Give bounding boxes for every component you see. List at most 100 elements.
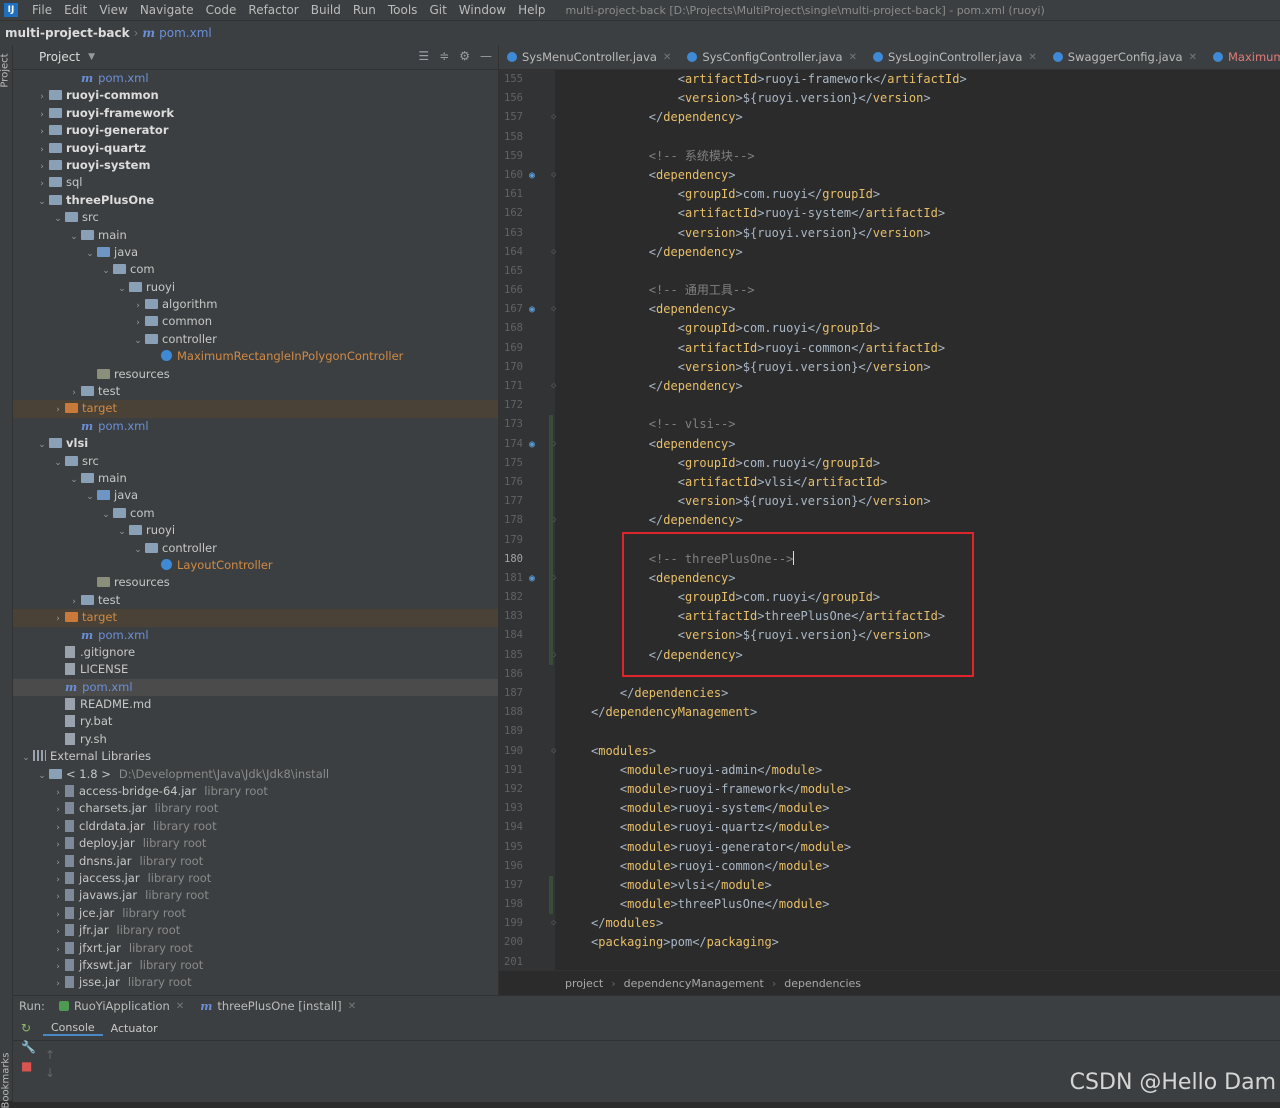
menu-item-window[interactable]: Window bbox=[453, 3, 512, 17]
nav-project-name[interactable]: multi-project-back bbox=[0, 26, 130, 40]
fold-marker-icon[interactable]: ◇ bbox=[551, 914, 556, 933]
editor-tab[interactable]: MaximumRectangleInPo bbox=[1205, 50, 1280, 64]
tree-item[interactable]: ⌄ com bbox=[13, 261, 498, 278]
sub-tab-actuator[interactable]: Actuator bbox=[103, 1022, 166, 1035]
menu-item-run[interactable]: Run bbox=[347, 3, 382, 17]
menu-item-navigate[interactable]: Navigate bbox=[134, 3, 200, 17]
code-line[interactable]: 190 ◇ <modules> bbox=[499, 742, 1280, 761]
tree-item[interactable]: ry.sh bbox=[13, 731, 498, 748]
code-line[interactable]: 177 <version>${ruoyi.version}</version> bbox=[499, 492, 1280, 512]
tree-item[interactable]: › deploy.jar library root bbox=[13, 835, 498, 852]
fold-marker-icon[interactable]: ◇ bbox=[551, 300, 556, 319]
close-icon[interactable]: ✕ bbox=[1028, 52, 1036, 63]
run-tab[interactable]: RuoYiApplication ✕ bbox=[51, 999, 192, 1013]
code-line[interactable]: 169 <artifactId>ruoyi-common</artifactId… bbox=[499, 339, 1280, 358]
code-line[interactable]: 175 <groupId>com.ruoyi</groupId> bbox=[499, 453, 1280, 473]
project-tool-window-button[interactable]: Project bbox=[0, 53, 11, 87]
tree-item[interactable]: › target bbox=[13, 400, 498, 418]
tree-item[interactable]: ⌄ src bbox=[13, 209, 498, 226]
menu-item-build[interactable]: Build bbox=[305, 3, 347, 17]
menu-item-tools[interactable]: Tools bbox=[382, 3, 424, 17]
tree-item[interactable]: ⌄ controller bbox=[13, 540, 498, 557]
code-line[interactable]: 200 <packaging>pom</packaging> bbox=[499, 933, 1280, 952]
tree-item[interactable]: › jfr.jar library root bbox=[13, 922, 498, 939]
code-line[interactable]: 174 ◉ ◇ <dependency> bbox=[499, 434, 1280, 454]
fold-marker-icon[interactable]: ◇ bbox=[551, 243, 556, 262]
tree-item[interactable]: ⌄ java bbox=[13, 487, 498, 504]
close-icon[interactable]: ✕ bbox=[1189, 52, 1197, 63]
code-line[interactable]: 187 </dependencies> bbox=[499, 684, 1280, 703]
chevron-right-icon[interactable]: › bbox=[51, 976, 65, 993]
code-line[interactable]: 173 <!-- vlsi--> bbox=[499, 415, 1280, 435]
tree-item[interactable]: › test bbox=[13, 592, 498, 609]
code-line[interactable]: 199 ◇ </modules> bbox=[499, 914, 1280, 933]
code-line[interactable]: 201 bbox=[499, 953, 1280, 972]
tree-item[interactable]: ⌄ threePlusOne bbox=[13, 192, 498, 209]
code-line[interactable]: 159 <!-- 系统模块--> bbox=[499, 147, 1280, 166]
code-line[interactable]: 156 <version>${ruoyi.version}</version> bbox=[499, 89, 1280, 108]
code-area[interactable]: 155 <artifactId>ruoyi-framework</artifac… bbox=[499, 70, 1280, 972]
tree-item[interactable]: › test bbox=[13, 383, 498, 400]
code-line[interactable]: 160 ◉ ◇ <dependency> bbox=[499, 166, 1280, 185]
tree-item[interactable]: › ruoyi-framework bbox=[13, 105, 498, 122]
tree-item[interactable]: › common bbox=[13, 313, 498, 330]
menu-item-refactor[interactable]: Refactor bbox=[242, 3, 304, 17]
menu-item-edit[interactable]: Edit bbox=[58, 3, 93, 17]
tree-item[interactable]: › dnsns.jar library root bbox=[13, 853, 498, 870]
overridden-method-icon[interactable]: ◉ bbox=[529, 300, 535, 319]
breadcrumb-item[interactable]: project bbox=[565, 977, 603, 990]
tree-item[interactable]: resources bbox=[13, 366, 498, 383]
code-line[interactable]: 194 <module>ruoyi-quartz</module> bbox=[499, 818, 1280, 837]
code-line[interactable]: 157 ◇ </dependency> bbox=[499, 108, 1280, 127]
tree-item[interactable]: ⌄ ruoyi bbox=[13, 279, 498, 296]
code-line[interactable]: 163 <version>${ruoyi.version}</version> bbox=[499, 224, 1280, 243]
tree-item[interactable]: › ruoyi-quartz bbox=[13, 140, 498, 157]
collapse-all-icon[interactable]: ≑ bbox=[439, 49, 449, 63]
tree-item[interactable]: › cldrdata.jar library root bbox=[13, 818, 498, 835]
tree-item[interactable]: LayoutController bbox=[13, 557, 498, 574]
tree-item[interactable]: ⌄ vlsi bbox=[13, 435, 498, 452]
tree-item[interactable]: › ruoyi-generator bbox=[13, 122, 498, 139]
tree-item[interactable]: › sql bbox=[13, 174, 498, 191]
code-line[interactable]: 170 <version>${ruoyi.version}</version> bbox=[499, 358, 1280, 377]
tree-item[interactable]: › jsse.jar library root bbox=[13, 974, 498, 991]
sub-tab-console[interactable]: Console bbox=[43, 1021, 103, 1036]
code-line[interactable]: 162 <artifactId>ruoyi-system</artifactId… bbox=[499, 204, 1280, 223]
tree-item[interactable]: resources bbox=[13, 574, 498, 591]
tree-item[interactable]: ⌄ main bbox=[13, 227, 498, 244]
tree-item[interactable]: m pom.xml bbox=[13, 678, 498, 697]
fold-marker-icon[interactable]: ◇ bbox=[551, 108, 556, 127]
chevron-down-icon[interactable]: ▼ bbox=[88, 52, 95, 62]
menu-item-file[interactable]: File bbox=[26, 3, 58, 17]
code-line[interactable]: 172 bbox=[499, 396, 1280, 415]
close-icon[interactable]: ✕ bbox=[176, 1001, 184, 1012]
tree-item[interactable]: › jfxswt.jar library root bbox=[13, 957, 498, 974]
tree-item[interactable]: › access-bridge-64.jar library root bbox=[13, 783, 498, 800]
fold-marker-icon[interactable]: ◇ bbox=[551, 166, 556, 185]
tree-item[interactable]: ⌄ < 1.8 > D:\Development\Java\Jdk\Jdk8\ins… bbox=[13, 766, 498, 783]
overridden-method-icon[interactable]: ◉ bbox=[529, 166, 535, 185]
code-line[interactable]: 191 <module>ruoyi-admin</module> bbox=[499, 761, 1280, 780]
code-line[interactable]: 168 <groupId>com.ruoyi</groupId> bbox=[499, 319, 1280, 338]
editor-tab[interactable]: SysConfigController.java ✕ bbox=[679, 50, 865, 64]
up-arrow-icon[interactable]: ↑ bbox=[45, 1046, 55, 1064]
overridden-method-icon[interactable]: ◉ bbox=[529, 435, 535, 454]
tree-item[interactable]: m pom.xml bbox=[13, 627, 498, 644]
code-line[interactable]: 166 <!-- 通用工具--> bbox=[499, 281, 1280, 300]
run-tab[interactable]: m threePlusOne [install] ✕ bbox=[192, 999, 364, 1013]
code-line[interactable]: 158 bbox=[499, 128, 1280, 147]
fold-marker-icon[interactable]: ◇ bbox=[551, 742, 556, 761]
code-line[interactable]: 192 <module>ruoyi-framework</module> bbox=[499, 780, 1280, 799]
stop-icon[interactable]: ■ bbox=[21, 1059, 41, 1073]
menu-item-code[interactable]: Code bbox=[200, 3, 243, 17]
tree-item[interactable]: ⌄ controller bbox=[13, 331, 498, 348]
tree-item[interactable]: ⌄ com bbox=[13, 505, 498, 522]
tree-item[interactable]: ⌄ main bbox=[13, 470, 498, 487]
code-line[interactable]: 188 </dependencyManagement> bbox=[499, 703, 1280, 722]
code-line[interactable]: 164 ◇ </dependency> bbox=[499, 243, 1280, 262]
menu-item-view[interactable]: View bbox=[93, 3, 133, 17]
tree-item[interactable]: › charsets.jar library root bbox=[13, 800, 498, 817]
tree-item[interactable]: › jce.jar library root bbox=[13, 905, 498, 922]
tree-item[interactable]: › javaws.jar library root bbox=[13, 887, 498, 904]
code-line[interactable]: 195 <module>ruoyi-generator</module> bbox=[499, 838, 1280, 857]
